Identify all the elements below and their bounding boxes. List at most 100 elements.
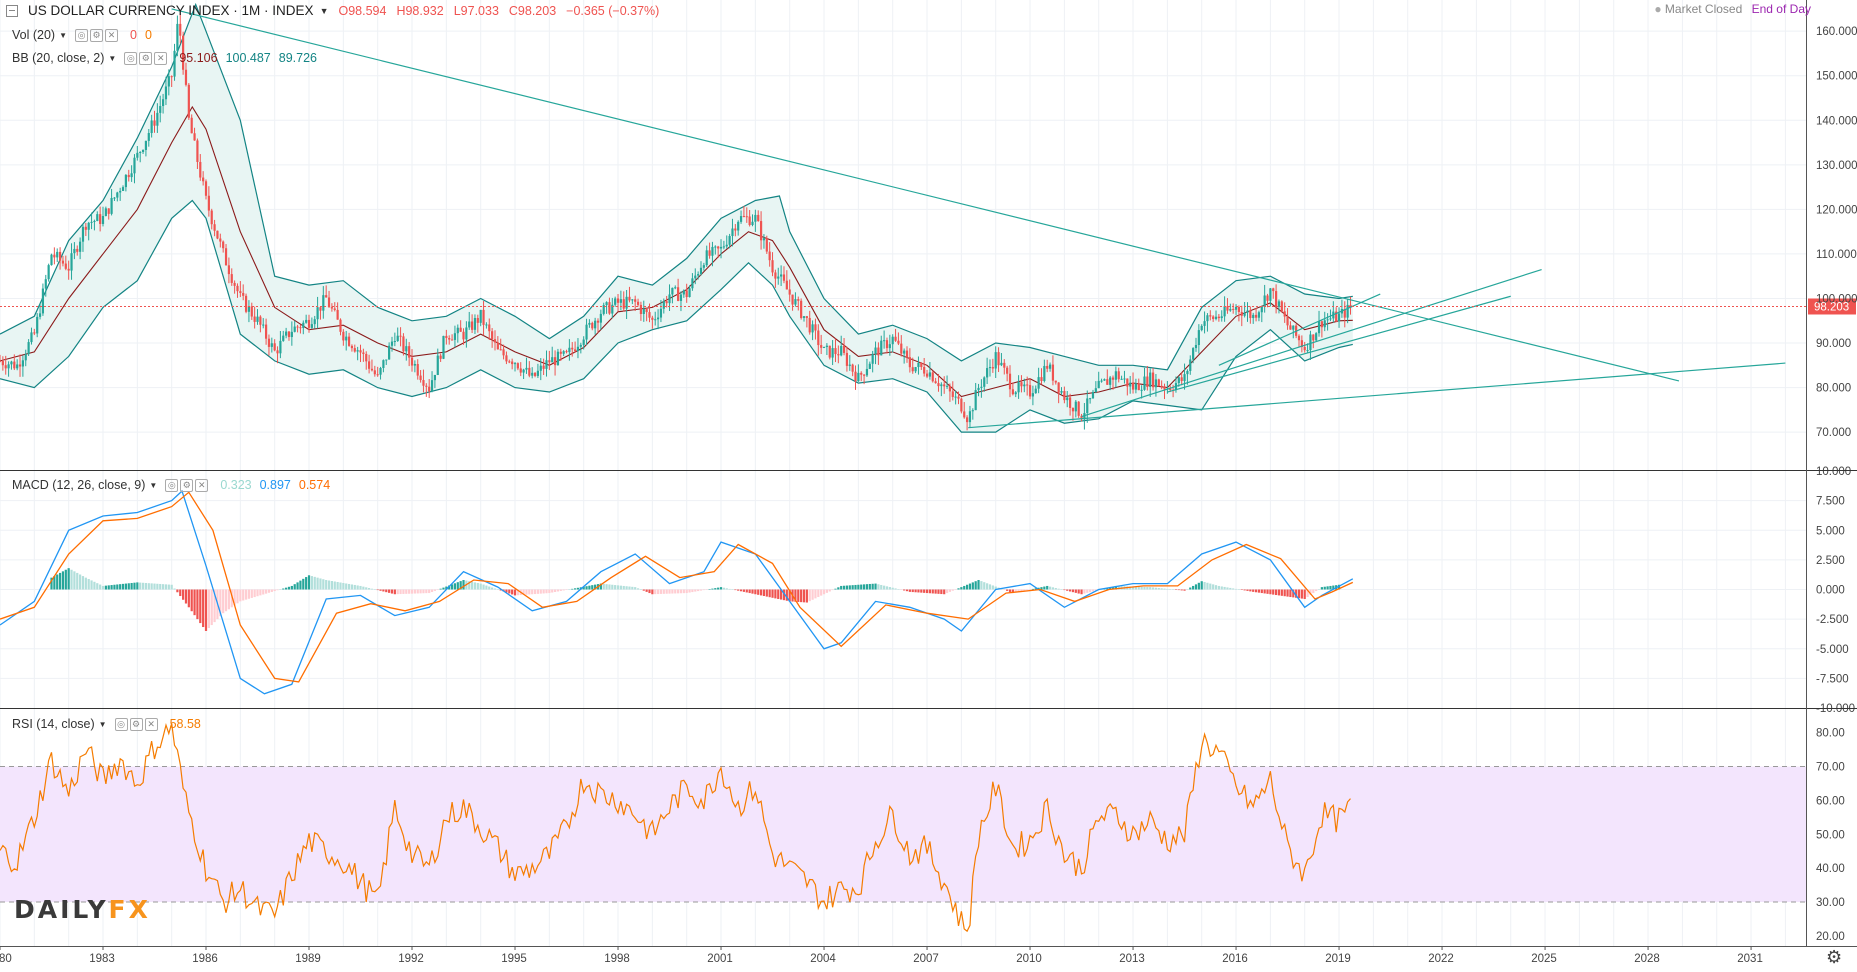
close-icon[interactable]: ✕	[154, 51, 168, 65]
macd-histogram-bar	[911, 589, 914, 593]
vol-label[interactable]: Vol (20)	[12, 28, 55, 42]
candle-body	[471, 321, 474, 330]
eye-icon[interactable]: ◎	[75, 28, 89, 42]
candle-body	[845, 352, 849, 366]
candle-body	[965, 417, 969, 423]
rsi-legend[interactable]: RSI (14, close) ▼ ◎ ⚙ ✕ 58.58	[12, 717, 201, 731]
macd-label[interactable]: MACD (12, 26, close, 9)	[12, 478, 145, 492]
macd-legend[interactable]: MACD (12, 26, close, 9) ▼ ◎ ⚙ ✕ 0.323 0.89…	[12, 478, 330, 492]
candle-body	[768, 251, 771, 261]
settings-icon[interactable]: ⚙	[139, 51, 153, 65]
candle-body	[539, 365, 542, 371]
candle-body	[1103, 379, 1106, 381]
macd-histogram-bar	[1249, 589, 1252, 592]
candle-body	[1089, 398, 1092, 400]
candle-body	[370, 368, 374, 371]
candle-body	[153, 120, 156, 126]
chevron-down-icon[interactable]: ▼	[108, 54, 116, 63]
macd-histogram-bar	[1272, 589, 1275, 595]
candle-body	[24, 354, 27, 361]
candle-body	[811, 324, 814, 333]
collapse-icon[interactable]	[6, 4, 18, 17]
candle-body	[319, 307, 322, 311]
candle-body	[410, 357, 414, 366]
candle-body	[914, 367, 917, 372]
candle-body	[1057, 382, 1060, 393]
y-tick-label: 70.00	[1816, 762, 1845, 774]
symbol-title[interactable]: US DOLLAR CURRENCY INDEX · 1M · INDEX	[28, 3, 314, 18]
candle-body	[805, 316, 808, 318]
indicator-controls[interactable]: ◎ ⚙ ✕	[114, 717, 158, 731]
candle-body	[645, 308, 648, 313]
macd-histogram-bar	[339, 582, 342, 590]
macd-histogram-bar	[482, 584, 485, 590]
candle-body	[264, 324, 268, 339]
macd-histogram-bar	[1200, 581, 1203, 590]
candle-body	[422, 380, 425, 386]
eye-icon[interactable]: ◎	[114, 717, 128, 731]
chevron-down-icon[interactable]: ▼	[99, 720, 107, 729]
candle-body	[885, 340, 889, 349]
indicator-controls[interactable]: ◎ ⚙ ✕	[124, 51, 168, 65]
bb-lower-value: 89.726	[278, 51, 317, 65]
settings-icon[interactable]: ⚙	[90, 28, 104, 42]
bb-legend[interactable]: BB (20, close, 2) ▼ ◎ ⚙ ✕ 95.106 100.487 8…	[12, 51, 317, 65]
chevron-down-icon[interactable]: ▼	[59, 31, 67, 40]
candle-body	[1060, 391, 1063, 393]
macd-histogram-bar	[276, 589, 279, 591]
ohlc-low: L97.033	[453, 3, 499, 18]
eye-icon[interactable]: ◎	[124, 51, 138, 65]
x-tick-label: 2013	[1119, 953, 1145, 965]
chevron-down-icon[interactable]: ▼	[320, 6, 329, 16]
macd-histogram-bar	[1171, 589, 1175, 590]
candle-body	[350, 345, 354, 349]
macd-histogram-bar	[857, 584, 860, 590]
vol-legend[interactable]: Vol (20) ▼ ◎ ⚙ ✕ 0 0	[12, 28, 152, 42]
candle-body	[33, 332, 36, 334]
close-icon[interactable]: ✕	[195, 478, 209, 492]
candle-body	[1266, 295, 1269, 301]
market-closed-label: Market Closed	[1664, 2, 1743, 16]
y-tick-label: 160.000	[1816, 26, 1857, 38]
candle-body	[1094, 388, 1097, 392]
macd-histogram-bar	[113, 584, 116, 590]
macd-histogram-bar	[1057, 588, 1060, 590]
macd-histogram-bar	[771, 589, 774, 598]
close-icon[interactable]: ✕	[144, 717, 158, 731]
macd-histogram-bar	[845, 585, 849, 590]
candle-body	[894, 336, 897, 341]
candle-body	[1020, 382, 1023, 387]
macd-histogram-bar	[748, 589, 751, 594]
candle-body	[920, 362, 923, 368]
candle-body	[628, 296, 631, 301]
macd-histogram-bar	[1226, 587, 1229, 590]
indicator-controls[interactable]: ◎ ⚙ ✕	[75, 28, 119, 42]
macd-histogram-bar	[820, 589, 823, 596]
close-icon[interactable]: ✕	[105, 28, 119, 42]
macd-histogram-bar	[210, 589, 213, 626]
macd-histogram-bar	[631, 586, 634, 590]
settings-icon[interactable]: ⚙	[129, 717, 143, 731]
macd-histogram-bar	[539, 589, 542, 594]
candle-body	[828, 345, 831, 358]
rsi-label[interactable]: RSI (14, close)	[12, 717, 95, 731]
candle-body	[677, 287, 680, 301]
candle-body	[127, 174, 130, 178]
macd-histogram-bar	[187, 589, 190, 608]
candle-body	[659, 308, 663, 318]
indicator-controls[interactable]: ◎ ⚙ ✕	[165, 478, 209, 492]
chevron-down-icon[interactable]: ▼	[149, 481, 157, 490]
macd-histogram-bar	[940, 589, 943, 595]
macd-histogram-bar	[1266, 589, 1269, 594]
candle-body	[502, 349, 505, 356]
macd-histogram-bar	[388, 589, 391, 593]
macd-histogram-bar	[1320, 587, 1323, 590]
candle-body	[90, 221, 93, 223]
bb-label[interactable]: BB (20, close, 2)	[12, 51, 104, 65]
eye-icon[interactable]: ◎	[165, 478, 179, 492]
candle-body	[1275, 291, 1278, 307]
end-of-day-label[interactable]: End of Day	[1752, 2, 1811, 16]
settings-gear-icon[interactable]: ⚙	[1826, 947, 1842, 968]
macd-histogram-bar	[542, 589, 545, 594]
settings-icon[interactable]: ⚙	[180, 478, 194, 492]
